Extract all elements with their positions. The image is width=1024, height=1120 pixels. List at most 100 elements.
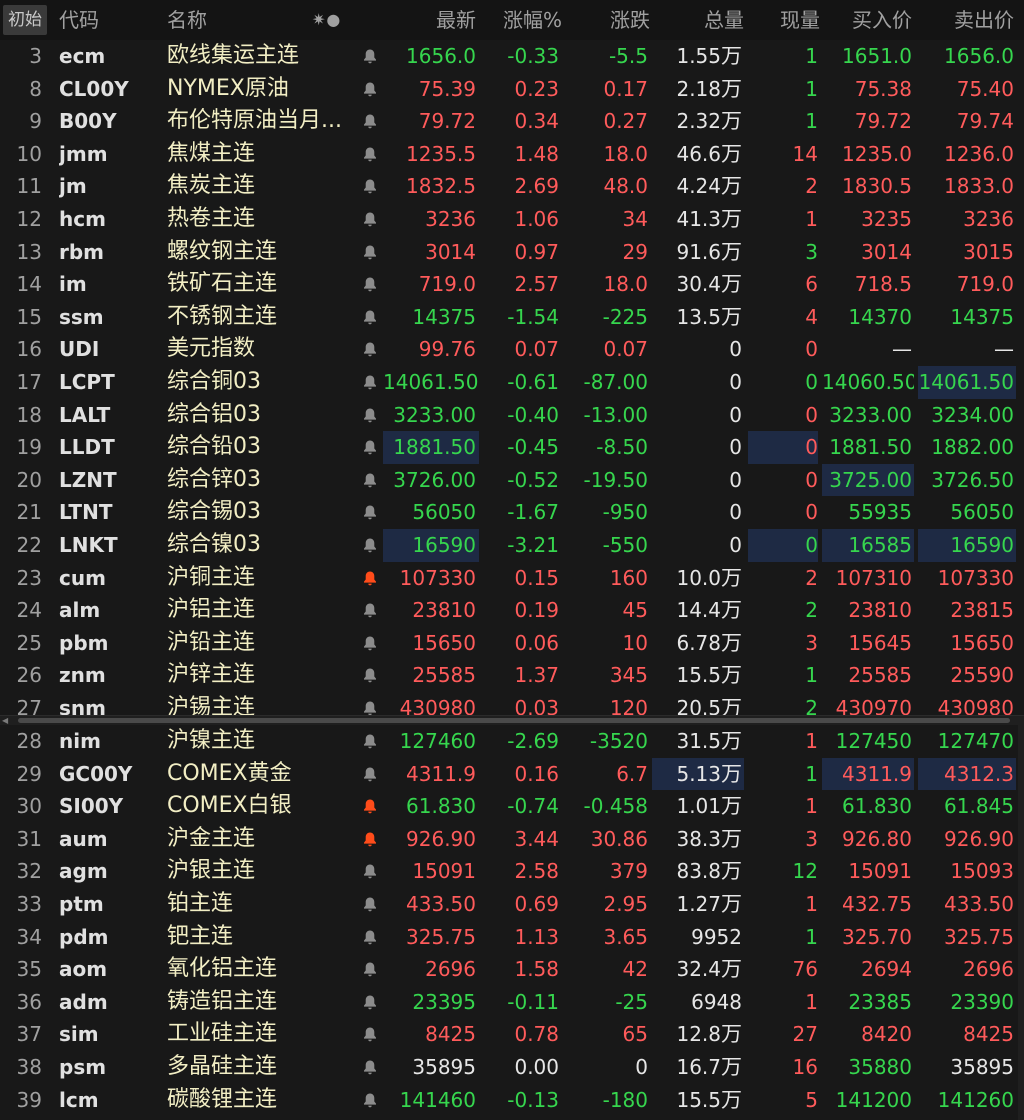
alert-bell-icon[interactable] <box>358 627 382 660</box>
alert-bell-icon[interactable] <box>358 758 382 791</box>
volume-unit: 万 <box>721 1022 742 1047</box>
alert-bell-icon[interactable] <box>358 692 382 715</box>
col-header-name[interactable]: 名称 <box>167 0 247 40</box>
table-row[interactable]: 30 SI00Y COMEX白银 61.830 -0.74 -0.458 1.01万 1 61.… <box>0 790 1024 823</box>
current-volume: 2 <box>805 696 818 715</box>
current-volume: 0 <box>805 370 818 394</box>
bid-price: 325.70 <box>842 924 912 949</box>
last-price: 61.830 <box>406 794 476 819</box>
alert-bell-icon[interactable] <box>358 138 382 171</box>
alert-bell-icon[interactable] <box>358 170 382 203</box>
table-row[interactable]: 8 CL00Y NYMEX原油 75.39 0.23 0.17 2.18万 1 75.38 75.… <box>0 73 1024 106</box>
row-index: 33 <box>16 892 42 916</box>
change-percent: 0.69 <box>514 892 559 916</box>
alert-bell-icon[interactable] <box>358 986 382 1019</box>
contract-name: 沪银主连 <box>167 858 256 884</box>
table-row[interactable]: 26 znm 沪锌主连 25585 1.37 345 15.5万 1 25585 25590 <box>0 659 1024 692</box>
col-header-code[interactable]: 代码 <box>59 0 139 40</box>
scrollbar-thumb[interactable] <box>18 718 1010 723</box>
alert-bell-icon[interactable] <box>358 823 382 856</box>
table-row[interactable]: 33 ptm 铂主连 433.50 0.69 2.95 1.27万 1 432.75 433.50 <box>0 888 1024 921</box>
change-percent: -1.67 <box>507 500 559 525</box>
change-value: -0.458 <box>583 794 648 819</box>
table-row[interactable]: 24 alm 沪铝主连 23810 0.19 45 14.4万 2 23810 23815 <box>0 594 1024 627</box>
table-row[interactable]: 37 sim 工业硅主连 8425 0.78 65 12.8万 27 8420 8425 <box>0 1018 1024 1051</box>
alert-bell-icon[interactable] <box>358 1018 382 1051</box>
alert-bell-icon[interactable] <box>358 301 382 334</box>
volume-number: 6948 <box>691 989 742 1014</box>
current-volume: 76 <box>792 957 818 982</box>
row-index: 21 <box>16 500 42 525</box>
alert-bell-icon[interactable] <box>358 953 382 986</box>
alert-bell-icon[interactable] <box>358 855 382 888</box>
alert-bell-icon[interactable] <box>358 725 382 758</box>
alert-bell-icon[interactable] <box>358 203 382 236</box>
table-row[interactable]: 29 GC00Y COMEX黄金 4311.9 0.16 6.7 5.13万 1 4311.9 4… <box>0 757 1024 791</box>
col-header-ask[interactable]: 卖出价 <box>918 0 1016 40</box>
alert-bell-icon[interactable] <box>358 496 382 529</box>
table-row[interactable]: 28 nim 沪镍主连 127460 -2.69 -3520 31.5万 1 127450 127… <box>0 725 1024 758</box>
alert-bell-icon[interactable] <box>358 464 382 497</box>
alert-bell-icon[interactable] <box>358 529 382 562</box>
table-row[interactable]: 3 ecm 欧线集运主连 1656.0 -0.33 -5.5 1.55万 1 1651.0 165… <box>0 40 1024 73</box>
change-percent: 0.19 <box>514 598 559 623</box>
alert-bell-icon[interactable] <box>358 431 382 464</box>
table-row[interactable]: 35 aom 氧化铝主连 2696 1.58 42 32.4万 76 2694 2696 <box>0 953 1024 986</box>
table-row[interactable]: 20 LZNT 综合锌03 3726.00 -0.52 -19.50 0 0 3725.00 37… <box>0 463 1024 497</box>
vertical-scrollbar[interactable] <box>1018 725 1024 1120</box>
alert-bell-icon[interactable] <box>358 1084 382 1117</box>
table-row[interactable]: 36 adm 铸造铝主连 23395 -0.11 -25 6948 1 23385 23390 <box>0 986 1024 1019</box>
table-row[interactable]: 19 LLDT 综合铅03 1881.50 -0.45 -8.50 0 0 1881.50 188… <box>0 431 1024 464</box>
init-button[interactable]: 初始 <box>3 5 47 35</box>
table-row[interactable]: 17 LCPT 综合铜03 14061.50 -0.61 -87.00 0 0 14060.50… <box>0 366 1024 399</box>
change-percent: 0.97 <box>514 239 559 264</box>
alert-bell-icon[interactable] <box>358 790 382 823</box>
table-row[interactable]: 18 LALT 综合铝03 3233.00 -0.40 -13.00 0 0 3233.00 32… <box>0 399 1024 432</box>
table-row[interactable]: 9 B00Y 布伦特原油当月... 79.72 0.34 0.27 2.32万 1 79.72 7… <box>0 105 1024 138</box>
table-row[interactable]: 27 snm 沪锡主连 430980 0.03 120 20.5万 2 430970 430980 <box>0 692 1024 715</box>
row-index: 13 <box>16 239 42 264</box>
table-row[interactable]: 11 jm 焦炭主连 1832.5 2.69 48.0 4.24万 2 1830.5 1833.0 <box>0 170 1024 203</box>
col-header-vol[interactable]: 总量 <box>652 0 744 40</box>
table-row[interactable]: 10 jmm 焦煤主连 1235.5 1.48 18.0 46.6万 14 1235.0 1236… <box>0 138 1024 171</box>
current-volume: 1 <box>805 989 818 1014</box>
col-header-bid[interactable]: 买入价 <box>822 0 914 40</box>
table-row[interactable]: 21 LTNT 综合锡03 56050 -1.67 -950 0 0 55935 56050 <box>0 496 1024 529</box>
col-header-chg[interactable]: 涨跌 <box>570 0 650 40</box>
alert-bell-icon[interactable] <box>358 366 382 399</box>
alert-bell-icon[interactable] <box>358 105 382 138</box>
table-row[interactable]: 12 hcm 热卷主连 3236 1.06 34 41.3万 1 3235 3236 <box>0 203 1024 236</box>
col-header-cur[interactable]: 现量 <box>748 0 820 40</box>
alert-bell-icon[interactable] <box>358 921 382 954</box>
table-row[interactable]: 31 aum 沪金主连 926.90 3.44 30.86 38.3万 3 926.80 926.… <box>0 823 1024 856</box>
table-row[interactable]: 25 pbm 沪铅主连 15650 0.06 10 6.78万 3 15645 15650 <box>0 627 1024 660</box>
change-percent: 0.16 <box>514 761 559 786</box>
alert-bell-icon[interactable] <box>358 888 382 921</box>
alert-bell-icon[interactable] <box>358 594 382 627</box>
column-settings-icons[interactable]: ✷● <box>312 0 352 40</box>
row-index: 35 <box>16 957 42 982</box>
col-header-pct[interactable]: 涨幅% <box>480 0 562 40</box>
alert-bell-icon[interactable] <box>358 1051 382 1084</box>
alert-bell-icon[interactable] <box>358 73 382 106</box>
ask-price: 14375 <box>950 304 1014 329</box>
table-row[interactable]: 34 pdm 钯主连 325.75 1.13 3.65 9952 1 325.70 325.75 <box>0 921 1024 954</box>
table-row[interactable]: 32 agm 沪银主连 15091 2.58 379 83.8万 12 15091 15093 <box>0 855 1024 888</box>
alert-bell-icon[interactable] <box>358 236 382 269</box>
table-row[interactable]: 15 ssm 不锈钢主连 14375 -1.54 -225 13.5万 4 14370 14375 <box>0 301 1024 334</box>
alert-bell-icon[interactable] <box>358 399 382 432</box>
table-row[interactable]: 16 UDI 美元指数 99.76 0.07 0.07 0 0 — — <box>0 333 1024 366</box>
change-percent: 1.58 <box>514 957 559 982</box>
alert-bell-icon[interactable] <box>358 659 382 692</box>
table-row[interactable]: 39 lcm 碳酸锂主连 141460 -0.13 -180 15.5万 5 141200 141… <box>0 1084 1024 1117</box>
alert-bell-icon[interactable] <box>358 268 382 301</box>
table-row[interactable]: 22 LNKT 综合镍03 16590 -3.21 -550 0 0 16585 16590 <box>0 529 1024 562</box>
table-row[interactable]: 23 cum 沪铜主连 107330 0.15 160 10.0万 2 107310 107330 <box>0 562 1024 595</box>
alert-bell-icon[interactable] <box>358 333 382 366</box>
alert-bell-icon[interactable] <box>358 40 382 73</box>
alert-bell-icon[interactable] <box>358 562 382 595</box>
table-row[interactable]: 38 psm 多晶硅主连 35895 0.00 0 16.7万 16 35880 35895 <box>0 1051 1024 1084</box>
table-row[interactable]: 14 im 铁矿石主连 719.0 2.57 18.0 30.4万 6 718.5 719.0 <box>0 268 1024 301</box>
table-row[interactable]: 13 rbm 螺纹钢主连 3014 0.97 29 91.6万 3 3014 3015 <box>0 236 1024 269</box>
col-header-last[interactable]: 最新 <box>383 0 479 40</box>
